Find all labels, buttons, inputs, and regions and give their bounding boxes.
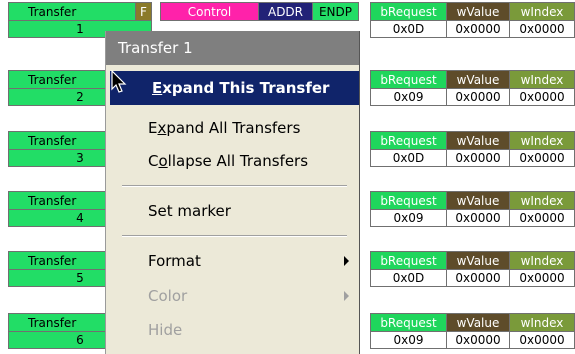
brequest-header: bRequest	[370, 70, 447, 89]
brequest-header: bRequest	[370, 191, 447, 210]
context-menu: Transfer 1 Expand This Transfer Ex pand A…	[105, 31, 360, 354]
menu-item-expand-all-transfers[interactable]: Ex pand All Transfers	[106, 111, 359, 145]
windex-value: 0x0000	[509, 88, 575, 106]
wvalue-header: wValue	[446, 2, 510, 21]
wvalue-value: 0x0000	[446, 88, 510, 106]
brequest-header: bRequest	[370, 131, 447, 150]
wvalue-value: 0x0000	[446, 209, 510, 227]
wvalue-header: wValue	[446, 70, 510, 89]
wvalue-value: 0x0000	[446, 20, 510, 38]
menu-item-expand-this-transfer[interactable]: Expand This Transfer	[110, 71, 359, 105]
f-box: F	[135, 2, 152, 21]
endp-header: ENDP	[312, 2, 359, 21]
brequest-value: 0x0D	[370, 269, 447, 287]
wvalue-value: 0x0000	[446, 149, 510, 167]
submenu-arrow-icon	[344, 291, 349, 301]
menu-item-collapse-all-transfers[interactable]: Co llapse All Transfers	[106, 144, 359, 178]
wvalue-header: wValue	[446, 251, 510, 270]
brequest-value: 0x09	[370, 88, 447, 106]
submenu-arrow-icon	[344, 256, 349, 266]
menu-item-color: Color	[106, 279, 359, 313]
menu-separator	[122, 185, 347, 187]
wvalue-header: wValue	[446, 131, 510, 150]
brequest-value: 0x09	[370, 209, 447, 227]
brequest-value: 0x0D	[370, 20, 447, 38]
mouse-pointer-icon	[111, 70, 127, 93]
wvalue-header: wValue	[446, 191, 510, 210]
context-menu-title: Transfer 1	[106, 31, 359, 65]
windex-header: wIndex	[509, 2, 575, 21]
brequest-value: 0x0D	[370, 149, 447, 167]
windex-value: 0x0000	[509, 331, 575, 349]
wvalue-value: 0x0000	[446, 331, 510, 349]
windex-value: 0x0000	[509, 269, 575, 287]
brequest-header: bRequest	[370, 313, 447, 332]
brequest-value: 0x09	[370, 331, 447, 349]
brequest-header: bRequest	[370, 251, 447, 270]
menu-item-hide: Hide	[148, 321, 183, 339]
windex-header: wIndex	[509, 313, 575, 332]
menu-item-set-marker[interactable]: Set marker	[106, 194, 359, 228]
windex-header: wIndex	[509, 131, 575, 150]
wvalue-value: 0x0000	[446, 269, 510, 287]
windex-header: wIndex	[509, 191, 575, 210]
control-header: Control	[160, 2, 259, 21]
wvalue-header: wValue	[446, 313, 510, 332]
windex-value: 0x0000	[509, 20, 575, 38]
menu-item-format[interactable]: Format	[106, 244, 359, 278]
menu-separator	[122, 235, 347, 237]
windex-value: 0x0000	[509, 209, 575, 227]
addr-header: ADDR	[258, 2, 313, 21]
transfer-name-cell[interactable]: Transfer	[8, 2, 152, 21]
windex-header: wIndex	[509, 70, 575, 89]
brequest-header: bRequest	[370, 2, 447, 21]
windex-value: 0x0000	[509, 149, 575, 167]
windex-header: wIndex	[509, 251, 575, 270]
